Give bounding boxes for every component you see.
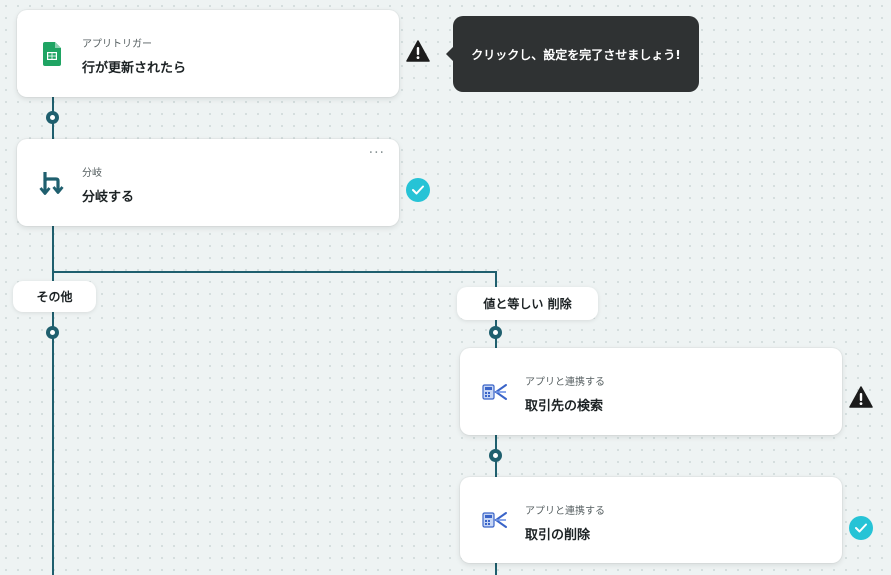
branch-label-text: その他 [36, 290, 73, 304]
connector-line [495, 563, 497, 575]
add-step-node[interactable] [489, 449, 502, 462]
delete-step-card[interactable]: アプリと連携する 取引の削除 [460, 477, 842, 563]
more-options-icon[interactable]: ··· [369, 146, 385, 160]
branch-step-card[interactable]: 分岐 分岐する ··· [17, 139, 399, 226]
flow-canvas: アプリトリガー 行が更新されたら クリックし、設定を完了させましょう! 分岐 分… [0, 0, 891, 575]
add-step-node[interactable] [46, 111, 59, 124]
connector-line [52, 271, 497, 273]
warning-icon[interactable] [406, 40, 430, 62]
branch-label-equals[interactable]: 値と等しい 削除 [457, 287, 598, 320]
branch-label-other[interactable]: その他 [13, 281, 96, 312]
branch-icon [39, 170, 65, 196]
warning-icon[interactable] [849, 386, 873, 408]
step-title: 取引の削除 [525, 528, 591, 543]
check-icon [406, 178, 430, 202]
accounting-app-icon [482, 507, 508, 533]
google-sheets-icon [39, 41, 65, 67]
step-title: 行が更新されたら [82, 61, 187, 76]
accounting-app-icon [482, 379, 508, 405]
check-icon [849, 516, 873, 540]
step-title: 取引先の検索 [525, 399, 604, 414]
add-step-node[interactable] [46, 326, 59, 339]
trigger-step-card[interactable]: アプリトリガー 行が更新されたら [17, 10, 399, 97]
connector-line [52, 226, 54, 575]
tooltip-text: クリックし、設定を完了させましょう! [471, 47, 681, 62]
add-step-node[interactable] [489, 326, 502, 339]
branch-label-text: 値と等しい 削除 [483, 297, 572, 311]
step-sub-label: 分岐 [82, 168, 102, 179]
step-sub-label: アプリと連携する [525, 377, 605, 388]
step-title: 分岐する [82, 190, 135, 205]
step-sub-label: アプリトリガー [82, 39, 152, 50]
setup-tooltip: クリックし、設定を完了させましょう! [446, 16, 699, 92]
search-step-card[interactable]: アプリと連携する 取引先の検索 [460, 348, 842, 435]
step-sub-label: アプリと連携する [525, 506, 605, 517]
